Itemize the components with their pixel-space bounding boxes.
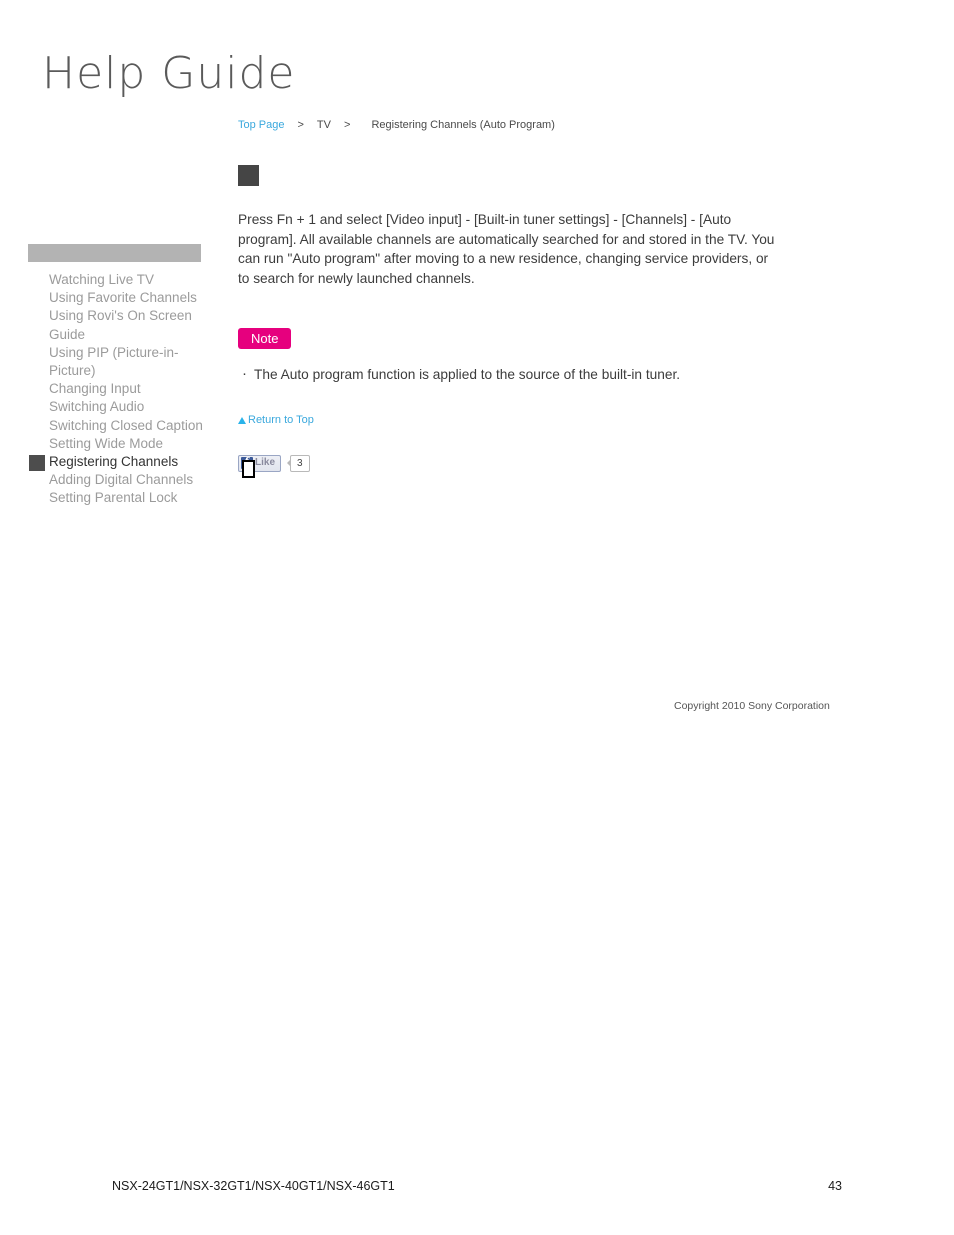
breadcrumb: Top Page > TV > Registering Channels (Au… [238,118,798,132]
sidebar-item-label: Changing Input [49,381,141,397]
sidebar-item-switching-closed-caption[interactable]: Switching Closed Caption [28,417,218,435]
sidebar-item-label: Registering Channels [49,454,179,470]
sidebar-item-label: Using PIP (Picture-in-Picture) [49,344,179,379]
sidebar-item-watching-live-tv[interactable]: Watching Live TV [28,271,218,289]
facebook-like-label: Like [255,457,276,469]
sidebar-item-changing-input[interactable]: Changing Input [28,380,218,398]
note-list-item: The Auto program function is applied to … [238,364,798,384]
sidebar-item-using-favorite-channels[interactable]: Using Favorite Channels [28,289,218,307]
sidebar-item-label: Switching Closed Caption [49,417,203,433]
footer-model-numbers: NSX-24GT1/NSX-32GT1/NSX-40GT1/NSX-46GT1 [112,1179,395,1193]
masthead: Help Guide [42,46,442,102]
sidebar-item-using-pip[interactable]: Using PIP (Picture-in-Picture) [28,344,218,380]
sidebar-item-using-rovis-on-screen-guide[interactable]: Using Rovi's On Screen Guide [28,307,218,343]
sidebar-item-setting-wide-mode[interactable]: Setting Wide Mode [28,435,218,453]
breadcrumb-link-tv[interactable]: TV [317,119,331,131]
facebook-like-count-value: 3 [290,454,310,472]
sidebar-item-label: Using Favorite Channels [49,290,197,306]
sidebar-item-label: Watching Live TV [49,272,155,287]
sidebar-navigation: Watching Live TV Using Favorite Channels… [28,244,218,508]
facebook-like-count: 3 [287,454,310,472]
body-paragraph: Press Fn + 1 and select [Video input] - … [238,212,775,286]
breadcrumb-separator: > [343,119,351,131]
breadcrumb-link-top-page[interactable]: Top Page [238,119,284,131]
page-logo-title: Help Guide [42,48,296,99]
sidebar-header-placeholder [28,244,201,262]
sidebar-item-label: Setting Wide Mode [49,435,164,451]
sidebar-item-setting-parental-lock[interactable]: Setting Parental Lock [28,489,218,507]
sidebar-item-label: Switching Audio [49,399,145,415]
sidebar-item-adding-digital-channels[interactable]: Adding Digital Channels [28,471,218,489]
note-badge: Note [238,328,292,350]
main-content: Top Page > TV > Registering Channels (Au… [238,118,798,478]
facebook-like-widget: f Like 3 [238,454,798,478]
breadcrumb-separator: > [297,119,304,131]
sidebar-item-label: Using Rovi's On Screen Guide [49,308,192,342]
page-footer: NSX-24GT1/NSX-32GT1/NSX-40GT1/NSX-46GT1 … [0,1177,954,1195]
broken-image-placeholder-icon [242,459,255,478]
sidebar-item-label: Setting Parental Lock [49,490,178,506]
note-list: The Auto program function is applied to … [238,364,798,384]
copyright-notice: Copyright 2010 Sony Corporation [674,700,830,712]
triangle-up-icon [238,416,246,424]
sidebar-item-switching-audio[interactable]: Switching Audio [28,398,218,416]
active-marker-icon [29,455,45,472]
footer-page-number: 43 [828,1179,842,1193]
return-to-top-link[interactable]: Return to Top [238,413,314,427]
page-title-image-placeholder [238,165,259,186]
sidebar-item-registering-channels[interactable]: Registering Channels [28,453,218,472]
sidebar-list: Watching Live TV Using Favorite Channels… [28,271,218,508]
breadcrumb-current-page: Registering Channels (Auto Program) [371,119,555,131]
sidebar-item-label: Adding Digital Channels [49,472,194,488]
return-to-top-label: Return to Top [248,414,314,427]
